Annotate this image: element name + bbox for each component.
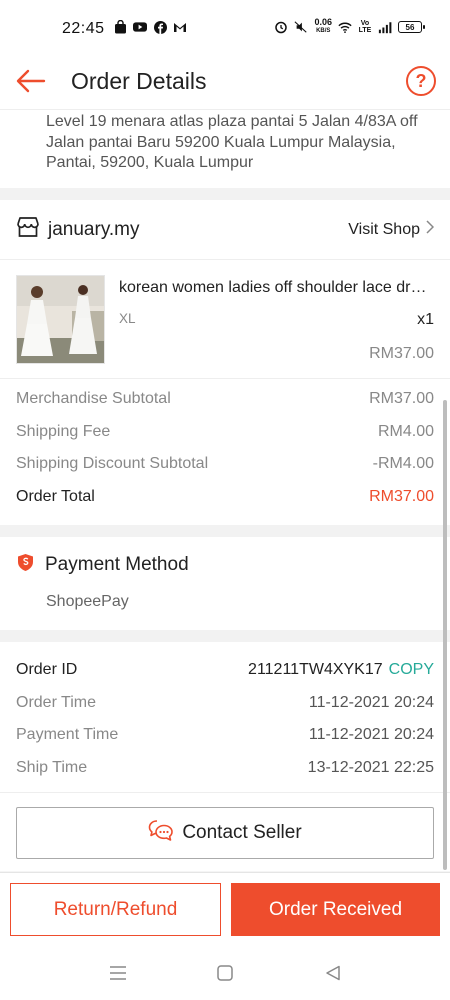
- order-time-label: Order Time: [16, 693, 97, 711]
- item-info: korean women ladies off shoulder lace dr…: [119, 275, 434, 363]
- triangle-back-icon[interactable]: [322, 962, 344, 984]
- notification-icons: [113, 20, 187, 34]
- question-circle-icon: ?: [415, 70, 427, 91]
- payment-method-header: Payment Method: [16, 553, 434, 577]
- alarm-icon: [274, 20, 288, 34]
- facebook-icon: [153, 20, 167, 34]
- system-nav-bar: [0, 946, 450, 1000]
- payment-time-row: Payment Time 11-12-2021 20:24: [16, 719, 434, 752]
- payment-time-value: 11-12-2021 20:24: [308, 726, 434, 744]
- signal-icon: [378, 20, 392, 34]
- section-divider: [0, 188, 450, 200]
- wifi-icon: [338, 20, 352, 34]
- volte-icon: Vo LTE: [358, 20, 372, 34]
- shop-name: january.my: [48, 218, 140, 240]
- contact-seller-button[interactable]: Contact Seller: [16, 807, 434, 859]
- order-time-value: 11-12-2021 20:24: [308, 693, 434, 711]
- shop-header[interactable]: january.my Visit Shop: [0, 200, 450, 260]
- network-speed: 0.06 KB/S: [314, 17, 332, 35]
- order-received-button[interactable]: Order Received: [231, 883, 440, 936]
- payment-method-section: Payment Method ShopeePay: [0, 537, 450, 630]
- order-total-row: Order Total RM37.00: [16, 481, 434, 514]
- mute-icon: [294, 20, 308, 34]
- chat-bubbles-icon: [148, 819, 174, 847]
- payment-method-title: Payment Method: [45, 554, 189, 575]
- contact-seller-label: Contact Seller: [182, 822, 302, 843]
- payment-time-label: Payment Time: [16, 726, 119, 744]
- copy-order-id-button[interactable]: COPY: [389, 661, 434, 678]
- summary-row: Shipping Fee RM4.00: [16, 416, 434, 449]
- return-refund-button[interactable]: Return/Refund: [10, 883, 221, 936]
- order-info-section: Order ID 211211TW4XYK17 COPY Order Time 1…: [0, 642, 450, 793]
- summary-value: RM37.00: [369, 390, 434, 408]
- order-time-row: Order Time 11-12-2021 20:24: [16, 687, 434, 720]
- battery-icon: 56: [398, 21, 425, 33]
- order-id-value: 211211TW4XYK17: [248, 661, 383, 679]
- product-image: [16, 275, 105, 364]
- payment-summary: Merchandise Subtotal RM37.00 Shipping Fe…: [0, 378, 450, 525]
- ship-time-value: 13-12-2021 22:25: [307, 758, 434, 776]
- order-total-label: Order Total: [16, 487, 95, 505]
- item-quantity: x1: [417, 311, 434, 328]
- status-bar: 22:45 0.06 KB/S Vo LTE 56: [0, 0, 450, 58]
- order-item[interactable]: korean women ladies off shoulder lace dr…: [0, 260, 450, 378]
- order-id-row: Order ID 211211TW4XYK17 COPY: [16, 654, 434, 687]
- summary-label: Merchandise Subtotal: [16, 390, 171, 408]
- status-time: 22:45: [62, 20, 105, 37]
- ship-time-row: Ship Time 13-12-2021 22:25: [16, 752, 434, 785]
- chevron-right-icon: [426, 220, 435, 239]
- youtube-icon: [133, 20, 147, 34]
- home-square-icon[interactable]: [214, 962, 236, 984]
- shop-icon: [16, 216, 40, 243]
- item-price: RM37.00: [369, 345, 434, 362]
- summary-row: Shipping Discount Subtotal -RM4.00: [16, 448, 434, 481]
- app-header: Order Details ?: [0, 58, 450, 110]
- summary-label: Shipping Fee: [16, 422, 111, 440]
- summary-label: Shipping Discount Subtotal: [16, 455, 209, 473]
- item-variant: XL: [119, 311, 136, 326]
- scrollbar[interactable]: [443, 400, 447, 870]
- summary-value: RM4.00: [377, 422, 434, 440]
- system-status-icons: 0.06 KB/S Vo LTE 56: [274, 17, 425, 36]
- shield-icon: [16, 553, 35, 577]
- shop-section: january.my Visit Shop korean women ladie…: [0, 200, 450, 525]
- summary-row: Merchandise Subtotal RM37.00: [16, 383, 434, 416]
- order-details-content[interactable]: Level 19 menara atlas plaza pantai 5 Jal…: [0, 110, 450, 872]
- visit-shop-label: Visit Shop: [348, 220, 420, 238]
- section-divider: [0, 630, 450, 642]
- shopping-bag-icon: [113, 20, 127, 34]
- help-button[interactable]: ?: [406, 66, 436, 96]
- page-title: Order Details: [71, 68, 207, 94]
- item-name: korean women ladies off shoulder lace dr…: [119, 279, 434, 296]
- order-total-value: RM37.00: [369, 487, 434, 505]
- gmail-icon: [173, 20, 187, 34]
- ship-time-label: Ship Time: [16, 758, 88, 776]
- visit-shop-link[interactable]: Visit Shop: [348, 220, 435, 239]
- back-button[interactable]: [14, 66, 48, 100]
- contact-section: Contact Seller: [0, 793, 450, 871]
- payment-method-value: ShopeePay: [46, 593, 129, 610]
- menu-icon[interactable]: [107, 962, 129, 984]
- order-id-label: Order ID: [16, 661, 78, 679]
- bottom-action-bar: Return/Refund Order Received: [0, 872, 450, 946]
- arrow-left-icon: [16, 69, 46, 98]
- address-text: Level 19 menara atlas plaza pantai 5 Jal…: [46, 113, 418, 171]
- order-id-value-wrap: 211211TW4XYK17 COPY: [248, 661, 434, 679]
- section-divider: [0, 525, 450, 537]
- summary-value: -RM4.00: [372, 455, 434, 473]
- delivery-address: Level 19 menara atlas plaza pantai 5 Jal…: [0, 110, 450, 188]
